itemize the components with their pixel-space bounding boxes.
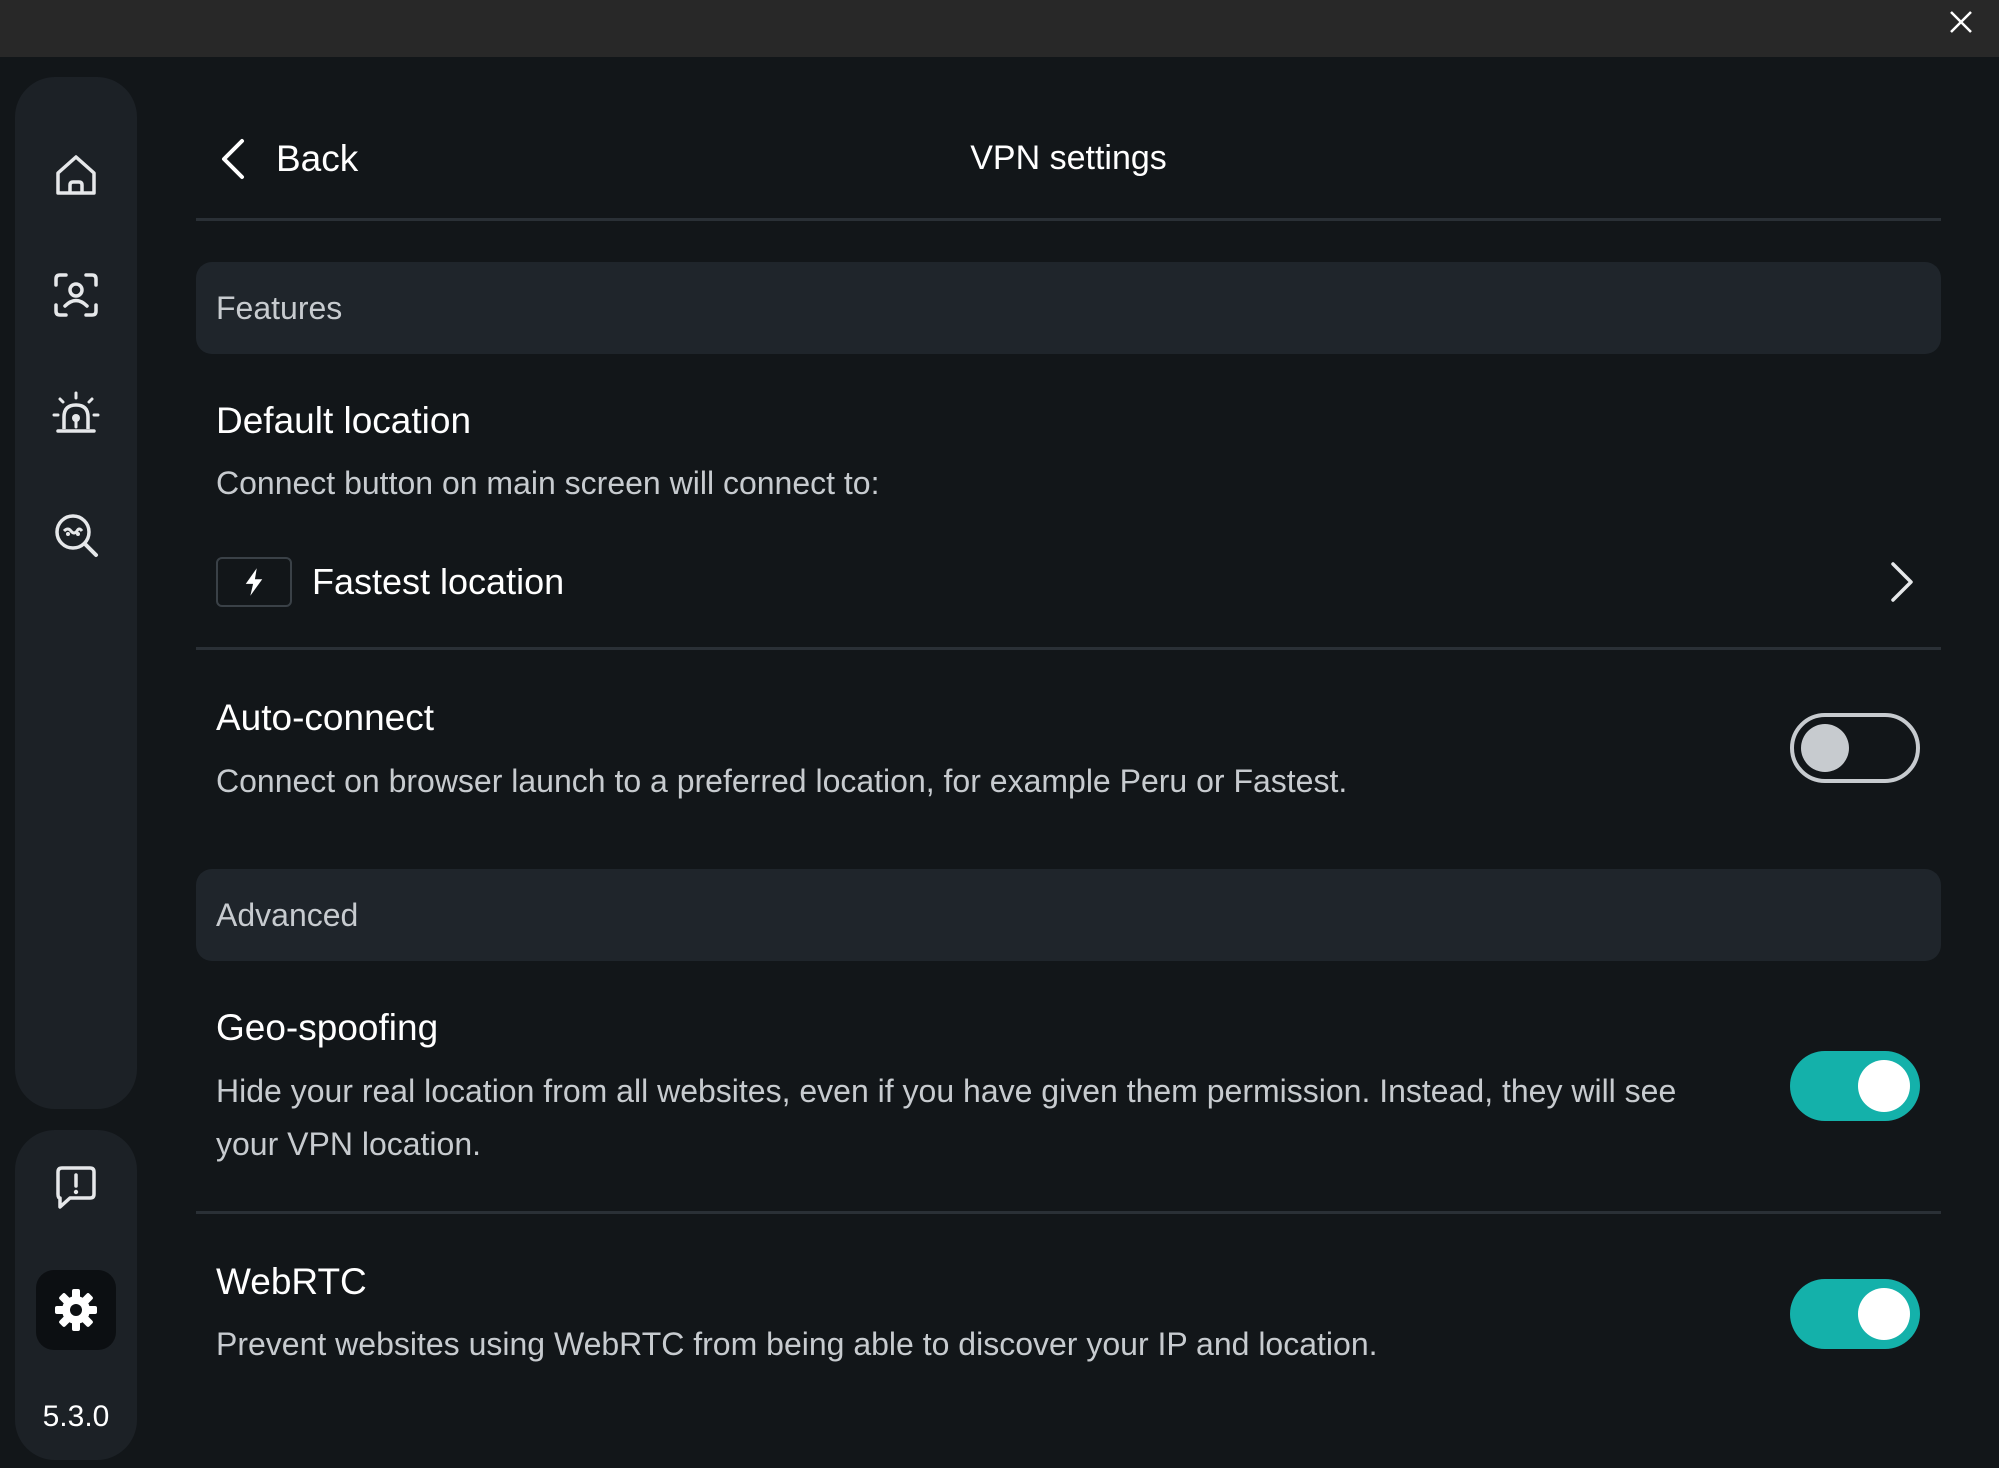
gear-icon — [55, 1289, 97, 1331]
auto-connect-toggle[interactable] — [1790, 713, 1920, 783]
close-icon — [1950, 11, 1972, 33]
nav-identity-button[interactable] — [36, 255, 116, 335]
main-content: Back VPN settings Features Default locat… — [196, 57, 1941, 1468]
face-scan-icon — [54, 273, 98, 317]
default-location-value: Fastest location — [312, 561, 565, 602]
geo-spoofing-title: Geo-spoofing — [216, 1007, 439, 1048]
default-location-selector[interactable]: Fastest location — [216, 554, 1921, 610]
sidebar-nav — [15, 77, 137, 1109]
sidebar-footer: 5.3.0 — [15, 1130, 137, 1460]
toggle-knob — [1801, 724, 1849, 772]
bolt-badge — [216, 557, 292, 607]
default-location-title: Default location — [216, 400, 472, 441]
default-location-description: Connect button on main screen will conne… — [216, 465, 880, 501]
webrtc-description: Prevent websites using WebRTC from being… — [216, 1326, 1378, 1362]
feedback-button[interactable] — [36, 1148, 116, 1228]
chevron-right-icon — [1891, 562, 1913, 602]
nav-home-button[interactable] — [36, 135, 116, 215]
geo-spoofing-toggle[interactable] — [1790, 1051, 1920, 1121]
bolt-icon — [245, 568, 263, 596]
version-label: 5.3.0 — [42, 1400, 110, 1433]
close-button[interactable] — [1945, 6, 1977, 38]
page-title: VPN settings — [970, 139, 1167, 177]
auto-connect-title: Auto-connect — [216, 697, 435, 738]
home-icon — [56, 155, 96, 195]
section-header-advanced: Advanced — [196, 869, 1941, 961]
toggle-knob — [1858, 1288, 1910, 1340]
geo-spoofing-description: Hide your real location from all website… — [216, 1073, 1677, 1162]
toggle-knob — [1858, 1060, 1910, 1112]
title-bar — [0, 0, 1999, 57]
nav-alerts-button[interactable] — [36, 375, 116, 455]
auto-connect-description: Connect on browser launch to a preferred… — [216, 763, 1348, 799]
divider — [196, 647, 1941, 650]
alarm-icon — [52, 391, 100, 433]
section-header-features: Features — [196, 262, 1941, 354]
settings-button[interactable] — [36, 1270, 116, 1350]
webrtc-toggle[interactable] — [1790, 1279, 1920, 1349]
page-header: Back VPN settings — [196, 57, 1941, 221]
feedback-icon — [56, 1166, 96, 1209]
divider — [196, 1211, 1941, 1214]
nav-monitor-button[interactable] — [36, 495, 116, 575]
webrtc-title: WebRTC — [216, 1261, 367, 1302]
search-spy-icon — [55, 514, 98, 557]
